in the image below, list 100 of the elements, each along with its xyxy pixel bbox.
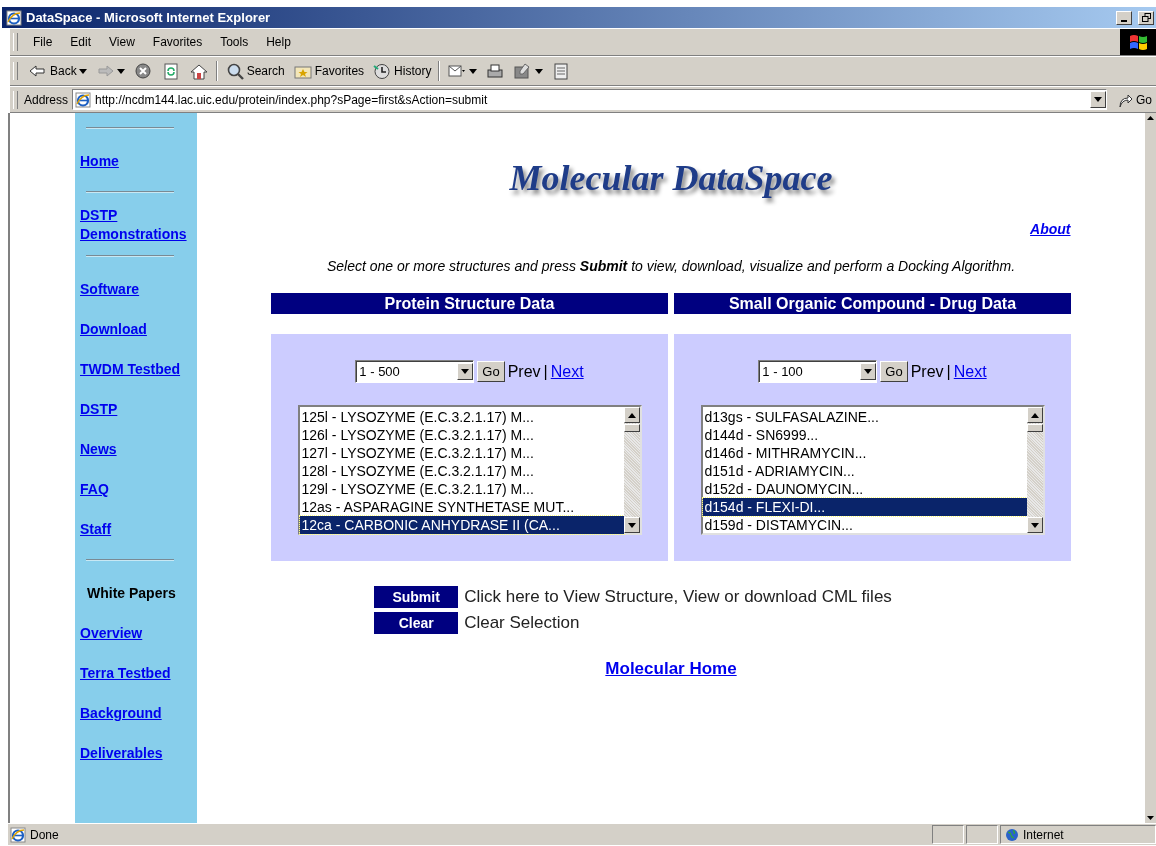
- menu-item[interactable]: Tools: [211, 35, 258, 49]
- address-field[interactable]: http://ncdm144.lac.uic.edu/protein/index.php?sPage=first&sAction=submit: [72, 89, 1107, 110]
- scroll-down-button[interactable]: [1026, 517, 1043, 533]
- action-button[interactable]: Clear: [374, 612, 459, 634]
- go-button[interactable]: Go: [477, 361, 505, 382]
- sidebar-link[interactable]: FAQ: [80, 479, 109, 499]
- list-box[interactable]: [297, 405, 642, 535]
- home-link[interactable]: Molecular Home: [605, 659, 737, 679]
- down-arrow-icon[interactable]: [1145, 813, 1156, 823]
- list-option[interactable]: 127l - LYSOZYME (E.C.3.2.1.17) M...: [299, 444, 624, 462]
- caret-icon: [116, 68, 125, 74]
- sidebar-link[interactable]: TWDM Testbed: [80, 359, 181, 379]
- down-arrow-icon: [627, 522, 636, 528]
- minimize-icon: [1121, 19, 1127, 22]
- scrollbar[interactable]: [1026, 407, 1043, 533]
- restore-button[interactable]: [1138, 10, 1154, 25]
- link-separator: |: [543, 362, 548, 381]
- globe-icon: [1005, 827, 1019, 842]
- list-option[interactable]: d152d - DAUNOMYCIN...: [702, 480, 1027, 498]
- next-link[interactable]: Next: [550, 362, 584, 381]
- minimize-button[interactable]: [1116, 10, 1132, 25]
- menu-item[interactable]: Help: [257, 35, 300, 49]
- list-option[interactable]: 125l - LYSOZYME (E.C.3.2.1.17) M...: [299, 408, 624, 426]
- clock-icon: [372, 62, 393, 80]
- caret-icon: [469, 68, 478, 74]
- up-arrow-icon: [627, 412, 636, 418]
- caret-icon: [1094, 97, 1102, 102]
- section-header: Protein Structure Data: [271, 293, 668, 314]
- envelope-icon: [447, 62, 468, 80]
- sidebar-link[interactable]: Background: [80, 703, 162, 723]
- dropdown-button[interactable]: [1090, 91, 1106, 108]
- toolbar-button[interactable]: Favorites: [288, 62, 369, 80]
- sidebar-link[interactable]: Overview: [80, 623, 143, 643]
- sidebar-link[interactable]: Deliverables: [80, 743, 163, 763]
- sidebar-link[interactable]: DSTP Demonstrations: [80, 206, 197, 244]
- scrollbar[interactable]: [623, 407, 640, 533]
- down-arrow-icon: [1030, 522, 1039, 528]
- list-option[interactable]: d146d - MITHRAMYCIN...: [702, 444, 1027, 462]
- menu-item[interactable]: File: [24, 35, 62, 49]
- zone-text: Internet: [1023, 827, 1064, 842]
- caret-icon: [78, 68, 87, 74]
- scroll-thumb[interactable]: [1026, 424, 1043, 432]
- list-option[interactable]: 128l - LYSOZYME (E.C.3.2.1.17) M...: [299, 462, 624, 480]
- status-panel: [966, 825, 998, 844]
- list-option[interactable]: 12as - ASPARAGINE SYNTHETASE MUT...: [299, 498, 624, 516]
- site-logo: Molecular DataSpace: [509, 157, 833, 199]
- scroll-up-button[interactable]: [1026, 407, 1043, 423]
- about-link[interactable]: About: [1030, 221, 1071, 237]
- list-option[interactable]: d13gs - SULFASALAZINE...: [702, 408, 1027, 426]
- action-button[interactable]: Submit: [374, 586, 459, 608]
- up-arrow-icon[interactable]: [1145, 113, 1156, 123]
- up-arrow-icon: [1030, 412, 1039, 418]
- home-icon: [188, 62, 209, 80]
- sidebar-link[interactable]: Staff: [80, 519, 112, 539]
- browser-icon: [6, 9, 22, 26]
- sidebar-link[interactable]: Download: [80, 319, 147, 339]
- prev-label: Prev: [507, 362, 541, 381]
- link-separator: |: [946, 362, 951, 381]
- go-button[interactable]: Go: [1107, 91, 1156, 108]
- action-description: Clear Selection: [464, 613, 580, 633]
- page-icon: [75, 91, 92, 108]
- windows-logo-icon: [1120, 29, 1156, 55]
- status-panel: [932, 825, 964, 844]
- sidebar-link[interactable]: News: [80, 439, 117, 459]
- sidebar-heading: White Papers: [86, 585, 176, 601]
- next-link[interactable]: Next: [953, 362, 987, 381]
- toolbar-button[interactable]: Search: [220, 62, 289, 80]
- range-dropdown[interactable]: 1 - 100: [758, 360, 878, 383]
- list-option[interactable]: d159d - DISTAMYCIN...: [702, 516, 1027, 534]
- menu-item[interactable]: Favorites: [143, 35, 212, 49]
- action-description: Click here to View Structure, View or download CML files: [464, 587, 892, 607]
- back-arrow-icon: [28, 62, 48, 80]
- go-button[interactable]: Go: [880, 361, 908, 382]
- menu-item[interactable]: Edit: [61, 35, 101, 49]
- sidebar-link[interactable]: DSTP: [80, 399, 118, 419]
- section-header: Small Organic Compound - Drug Data: [674, 293, 1071, 314]
- prev-label: Prev: [910, 362, 944, 381]
- toolbar-button[interactable]: Back: [24, 62, 91, 80]
- toolbar-button[interactable]: History: [368, 62, 436, 80]
- caret-icon: [864, 369, 873, 374]
- list-option[interactable]: 126l - LYSOZYME (E.C.3.2.1.17) M...: [299, 426, 624, 444]
- status-text: Done: [30, 827, 59, 842]
- list-option[interactable]: 129l - LYSOZYME (E.C.3.2.1.17) M...: [299, 480, 624, 498]
- address-label: Address: [24, 92, 69, 107]
- list-option[interactable]: d151d - ADRIAMYCIN...: [702, 462, 1027, 480]
- scroll-thumb[interactable]: [623, 424, 640, 432]
- stop-icon: [132, 62, 153, 80]
- printer-icon: [485, 62, 506, 80]
- sidebar-link[interactable]: Home: [80, 151, 119, 171]
- list-box[interactable]: d13gs - SULFASALAZINE... d144d - SN6999... d146d - MITHRAMYCIN... d151d - ADRIAMYCIN... d152d - DAUNOMYCIN... d154d - FLEXI-DI... d159d - DISTAMYCIN...: [700, 405, 1045, 535]
- sidebar-link[interactable]: Software: [80, 279, 140, 299]
- restore-icon: [1141, 13, 1151, 22]
- list-option[interactable]: 12ca - CARBONIC ANHYDRASE II (CA...: [299, 516, 624, 534]
- sidebar-link[interactable]: Terra Testbed: [80, 663, 171, 683]
- range-dropdown[interactable]: 1 - 500: [355, 360, 475, 383]
- menu-item[interactable]: View: [100, 35, 144, 49]
- instruction-text: Select one or more structures and press Submit to view, download, visualize and perform a Docking Algorithm.: [326, 258, 1016, 274]
- scroll-up-button[interactable]: [623, 407, 640, 423]
- list-option[interactable]: d144d - SN6999...: [702, 426, 1027, 444]
- list-option[interactable]: d154d - FLEXI-DI...: [702, 498, 1027, 516]
